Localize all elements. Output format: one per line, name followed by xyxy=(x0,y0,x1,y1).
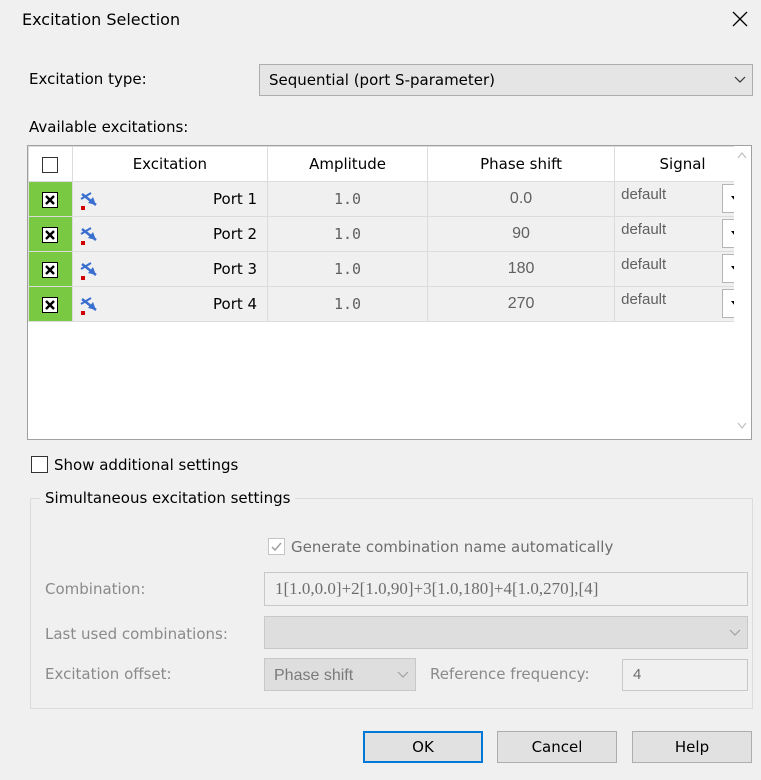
excitation-offset-value: Phase shift xyxy=(274,667,354,684)
port-name: Port 4 xyxy=(213,295,258,313)
row-check-cell[interactable] xyxy=(28,251,73,287)
signal-cell[interactable]: default xyxy=(614,286,751,322)
reference-frequency-label: Reference frequency: xyxy=(430,665,590,683)
phase-shift-cell[interactable]: 270 xyxy=(426,286,616,322)
available-excitations-label: Available excitations: xyxy=(29,118,189,136)
excitations-grid: Excitation Amplitude Phase shift Signal xyxy=(27,145,752,440)
help-button[interactable]: Help xyxy=(632,731,752,763)
generate-name-checkbox[interactable] xyxy=(268,538,285,555)
table-row: Port 1 1.0 0.0 default xyxy=(28,181,751,217)
row-check-cell[interactable] xyxy=(28,181,73,217)
row-checkbox[interactable] xyxy=(42,261,59,278)
checkmark-x-icon xyxy=(45,229,56,240)
amplitude-cell[interactable]: 1.0 xyxy=(267,181,428,217)
excitation-type-dropdown[interactable]: Sequential (port S-parameter) xyxy=(259,64,753,96)
title-bar: Excitation Selection xyxy=(0,0,761,42)
select-all-cell[interactable] xyxy=(28,146,73,182)
signal-value: default xyxy=(621,221,667,238)
excitation-selection-dialog: Excitation Selection Excitation type: Se… xyxy=(0,0,761,780)
excitation-cell[interactable]: Port 3 xyxy=(71,251,269,287)
column-header-amplitude[interactable]: Amplitude xyxy=(267,146,428,182)
excitation-cell[interactable]: Port 1 xyxy=(71,181,269,217)
last-used-combinations-dropdown[interactable] xyxy=(264,616,748,649)
excitation-offset-label: Excitation offset: xyxy=(45,665,172,683)
signal-cell[interactable]: default xyxy=(614,251,751,287)
last-used-combinations-label: Last used combinations: xyxy=(45,625,228,643)
combination-value: 1[1.0,0.0]+2[1.0,90]+3[1.0,180]+4[1.0,27… xyxy=(275,579,599,598)
ok-button[interactable]: OK xyxy=(363,731,483,763)
close-icon xyxy=(732,11,748,27)
port-name: Port 2 xyxy=(213,225,258,243)
phase-shift-cell[interactable]: 0.0 xyxy=(426,181,616,217)
table-header-row: Excitation Amplitude Phase shift Signal xyxy=(28,146,751,182)
port-icon xyxy=(80,227,97,245)
excitations-table: Excitation Amplitude Phase shift Signal xyxy=(28,146,751,322)
signal-value: default xyxy=(621,256,667,273)
checkmark-x-icon xyxy=(45,194,56,205)
cancel-button[interactable]: Cancel xyxy=(497,731,617,763)
excitation-cell[interactable]: Port 2 xyxy=(71,216,269,252)
scroll-up-icon[interactable] xyxy=(737,152,747,159)
checkmark-x-icon xyxy=(45,299,56,310)
scroll-down-icon[interactable] xyxy=(737,422,747,429)
amplitude-cell[interactable]: 1.0 xyxy=(267,286,428,322)
show-additional-settings-checkbox[interactable] xyxy=(31,456,48,473)
phase-shift-cell[interactable]: 180 xyxy=(426,251,616,287)
port-icon xyxy=(80,192,97,210)
port-name: Port 3 xyxy=(213,260,258,278)
excitation-type-label: Excitation type: xyxy=(29,70,147,88)
row-check-cell[interactable] xyxy=(28,286,73,322)
column-header-signal[interactable]: Signal xyxy=(614,146,751,182)
signal-value: default xyxy=(621,186,667,203)
excitation-type-value: Sequential (port S-parameter) xyxy=(269,71,496,89)
amplitude-cell[interactable]: 1.0 xyxy=(267,216,428,252)
column-header-phase-shift[interactable]: Phase shift xyxy=(426,146,616,182)
port-name: Port 1 xyxy=(213,190,258,208)
row-checkbox[interactable] xyxy=(42,191,59,208)
table-row: Port 3 1.0 180 default xyxy=(28,251,751,287)
simultaneous-settings-title: Simultaneous excitation settings xyxy=(40,489,296,507)
port-icon xyxy=(80,297,97,315)
row-check-cell[interactable] xyxy=(28,216,73,252)
excitation-offset-dropdown[interactable]: Phase shift xyxy=(264,658,416,691)
chevron-down-icon xyxy=(734,65,746,95)
column-header-excitation[interactable]: Excitation xyxy=(71,146,269,182)
signal-cell[interactable]: default xyxy=(614,216,751,252)
vertical-scrollbar[interactable] xyxy=(734,146,751,439)
chevron-down-icon xyxy=(397,659,409,690)
excitation-cell[interactable]: Port 4 xyxy=(71,286,269,322)
port-icon xyxy=(80,262,97,280)
chevron-down-icon xyxy=(729,617,741,648)
combination-field[interactable]: 1[1.0,0.0]+2[1.0,90]+3[1.0,180]+4[1.0,27… xyxy=(264,572,748,606)
table-row: Port 4 1.0 270 default xyxy=(28,286,751,322)
dialog-title: Excitation Selection xyxy=(22,10,181,29)
reference-frequency-value: 4 xyxy=(633,666,642,683)
select-all-checkbox[interactable] xyxy=(42,156,59,173)
checkmark-icon xyxy=(271,542,282,552)
generate-name-label: Generate combination name automatically xyxy=(291,538,614,556)
row-checkbox[interactable] xyxy=(42,226,59,243)
table-row: Port 2 1.0 90 default xyxy=(28,216,751,252)
signal-value: default xyxy=(621,291,667,308)
checkmark-x-icon xyxy=(45,264,56,275)
row-checkbox[interactable] xyxy=(42,296,59,313)
phase-shift-cell[interactable]: 90 xyxy=(426,216,616,252)
close-button[interactable] xyxy=(725,4,755,34)
signal-cell[interactable]: default xyxy=(614,181,751,217)
combination-label: Combination: xyxy=(45,580,146,598)
show-additional-settings-label[interactable]: Show additional settings xyxy=(54,456,238,474)
amplitude-cell[interactable]: 1.0 xyxy=(267,251,428,287)
reference-frequency-field[interactable]: 4 xyxy=(622,659,748,691)
